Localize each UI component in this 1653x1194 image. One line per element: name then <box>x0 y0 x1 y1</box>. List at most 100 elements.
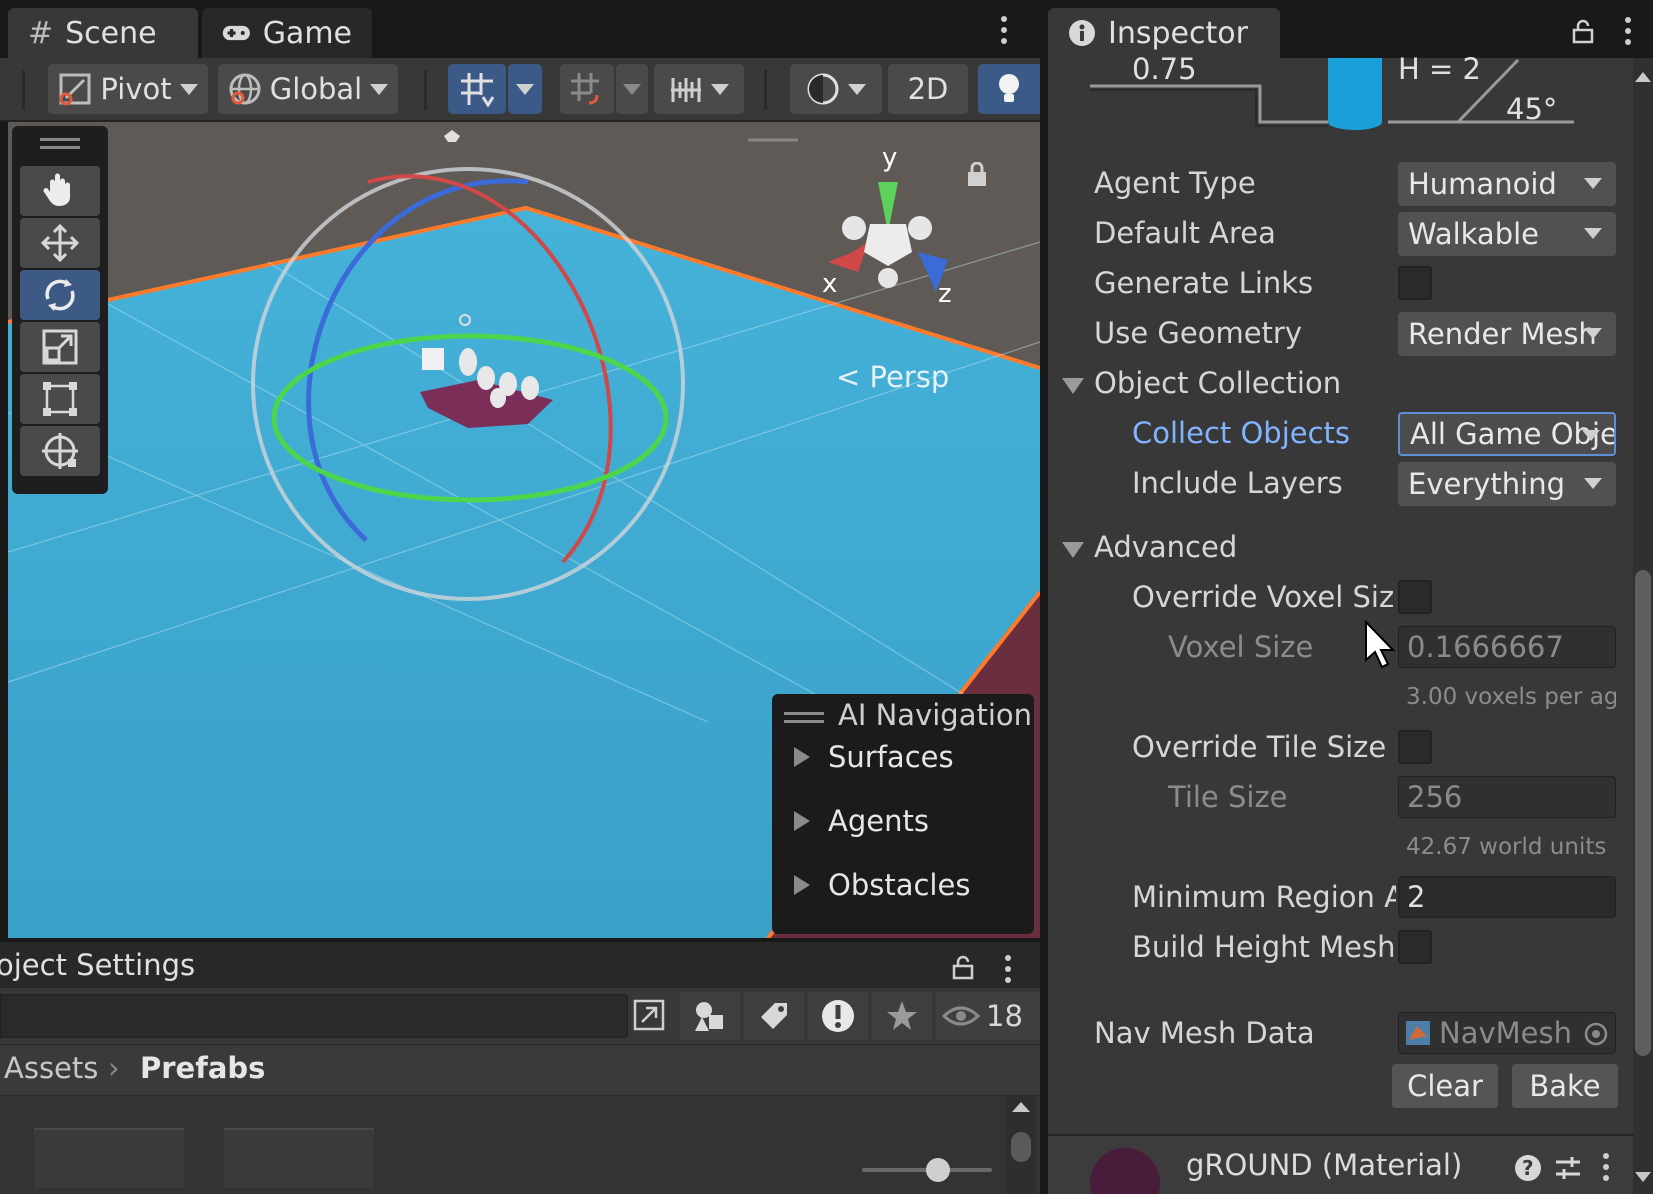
grid-snap-button[interactable] <box>448 64 506 114</box>
tab-game[interactable]: Game <box>202 8 372 58</box>
filter-by-type-button[interactable] <box>680 992 740 1040</box>
chevron-down-icon <box>1582 430 1600 441</box>
favorites-button[interactable] <box>872 992 932 1040</box>
filter-by-importlog-button[interactable] <box>808 992 868 1040</box>
breadcrumb-prefabs[interactable]: Prefabs <box>140 1051 265 1085</box>
tile-size-field[interactable]: 256 <box>1398 776 1616 818</box>
zoom-slider-handle[interactable] <box>926 1158 950 1182</box>
project-scrollbar[interactable] <box>1006 1096 1036 1194</box>
visible-count: 18 <box>986 999 1023 1033</box>
rotate-tool-button[interactable] <box>20 270 100 320</box>
scroll-down-icon <box>1635 1172 1651 1182</box>
agent-radius-value: 0.75 <box>1132 52 1197 86</box>
persp-label[interactable]: < Persp <box>836 360 949 394</box>
filter-by-label-button[interactable] <box>744 992 804 1040</box>
asset-tile[interactable] <box>224 1128 374 1188</box>
panel-grip <box>40 146 80 149</box>
object-collection-header[interactable]: Object Collection <box>1094 366 1341 400</box>
info-icon <box>1069 20 1095 46</box>
chevron-right-icon <box>794 747 810 767</box>
include-layers-dropdown[interactable]: Everything <box>1398 462 1616 506</box>
scene-menu-icon[interactable] <box>996 14 1012 46</box>
override-tile-checkbox[interactable] <box>1398 730 1432 764</box>
grid-snap-icon <box>461 73 495 107</box>
increment-snap-icon <box>571 73 599 105</box>
draw-mode-dropdown[interactable] <box>790 64 882 114</box>
generate-links-checkbox[interactable] <box>1398 266 1432 300</box>
help-icon[interactable]: ? <box>1514 1154 1542 1182</box>
ai-nav-obstacles-label: Obstacles <box>828 868 971 902</box>
chevron-down-icon <box>1584 228 1602 239</box>
object-picker-icon[interactable] <box>1583 1021 1609 1047</box>
move-tool-button[interactable] <box>20 218 100 268</box>
hand-tool-button[interactable] <box>20 166 100 216</box>
2d-toggle-button[interactable]: 2D <box>888 64 968 114</box>
scroll-up-icon <box>1012 1102 1030 1112</box>
lock-icon[interactable] <box>966 162 988 188</box>
lighting-toggle-button[interactable] <box>978 64 1040 114</box>
ai-nav-obstacles[interactable]: Obstacles <box>794 868 970 902</box>
orientation-gizmo[interactable]: y x z <box>808 142 958 302</box>
ruler-snap-dropdown[interactable] <box>654 64 744 114</box>
gizmo-y-label: y <box>882 143 897 173</box>
grid-snap-dropdown[interactable] <box>508 64 542 114</box>
breadcrumb-assets[interactable]: Assets <box>4 1051 98 1085</box>
tab-scene[interactable]: # Scene <box>8 8 198 58</box>
panel-divider[interactable] <box>1040 0 1048 1194</box>
more-menu-icon[interactable] <box>1622 16 1634 46</box>
voxel-size-label: Voxel Size <box>1168 630 1314 664</box>
scale-tool-button[interactable] <box>20 322 100 372</box>
inspector-tab-bar: Inspector <box>1048 0 1653 58</box>
collect-objects-dropdown[interactable]: All Game Objects <box>1398 412 1616 456</box>
agent-type-value: Humanoid <box>1408 167 1557 201</box>
asset-tile[interactable] <box>34 1128 184 1188</box>
pivot-dropdown[interactable]: Pivot <box>48 64 208 114</box>
advanced-header[interactable]: Advanced <box>1094 530 1237 564</box>
tab-inspector[interactable]: Inspector <box>1048 8 1280 58</box>
agent-type-dropdown[interactable]: Humanoid <box>1398 162 1616 206</box>
transform-tool-button[interactable] <box>20 426 100 476</box>
lock-icon[interactable] <box>1572 18 1594 44</box>
override-voxel-checkbox[interactable] <box>1398 580 1432 614</box>
rect-tool-button[interactable] <box>20 374 100 424</box>
agent-height-value: H = 2 <box>1398 52 1481 86</box>
inspector-scrollbar[interactable] <box>1633 58 1653 1194</box>
transform-icon <box>42 433 78 469</box>
hidden-packages-toggle[interactable]: 18 <box>936 992 1040 1040</box>
ai-nav-agents[interactable]: Agents <box>794 804 929 838</box>
preset-sliders-icon[interactable] <box>1554 1154 1582 1182</box>
pivot-label: Pivot <box>100 72 172 106</box>
fold-advanced-icon[interactable] <box>1062 542 1084 558</box>
generate-links-label: Generate Links <box>1094 266 1314 300</box>
agent-type-label: Agent Type <box>1094 166 1256 200</box>
chevron-down-icon <box>1584 328 1602 339</box>
scene-toolbar: Pivot Global 2D <box>0 58 1040 122</box>
project-assets-area <box>0 1096 1040 1194</box>
scrollbar-thumb[interactable] <box>1635 570 1651 1056</box>
use-geometry-dropdown[interactable]: Render Mesh <box>1398 312 1616 356</box>
clear-button[interactable]: Clear <box>1392 1064 1498 1108</box>
min-region-field[interactable]: 2 <box>1398 876 1616 918</box>
more-menu-icon[interactable] <box>1600 1152 1612 1182</box>
default-area-dropdown[interactable]: Walkable <box>1398 212 1616 256</box>
nav-mesh-data-field[interactable]: NavMesh <box>1398 1012 1616 1054</box>
search-scope-icon[interactable] <box>632 998 666 1032</box>
2d-label: 2D <box>907 72 949 106</box>
fold-object-collection-icon[interactable] <box>1062 378 1084 394</box>
increment-snap-button[interactable] <box>560 64 614 114</box>
override-voxel-label: Override Voxel Size <box>1132 580 1396 614</box>
panel-grip <box>40 138 80 141</box>
scene-tab-bar: # Scene Game <box>0 0 1040 58</box>
tab-inspector-label: Inspector <box>1108 15 1248 51</box>
bake-button[interactable]: Bake <box>1512 1064 1618 1108</box>
navmesh-asset-icon <box>1406 1021 1430 1045</box>
voxel-size-field[interactable]: 0.1666667 <box>1398 626 1616 668</box>
global-dropdown[interactable]: Global <box>218 64 398 114</box>
include-layers-value: Everything <box>1408 467 1566 501</box>
more-menu-icon[interactable] <box>1002 954 1014 984</box>
build-height-mesh-checkbox[interactable] <box>1398 930 1432 964</box>
ai-nav-surfaces[interactable]: Surfaces <box>794 740 954 774</box>
project-search-input[interactable] <box>0 994 628 1038</box>
lock-icon[interactable] <box>952 954 974 980</box>
increment-snap-dropdown[interactable] <box>616 64 648 114</box>
